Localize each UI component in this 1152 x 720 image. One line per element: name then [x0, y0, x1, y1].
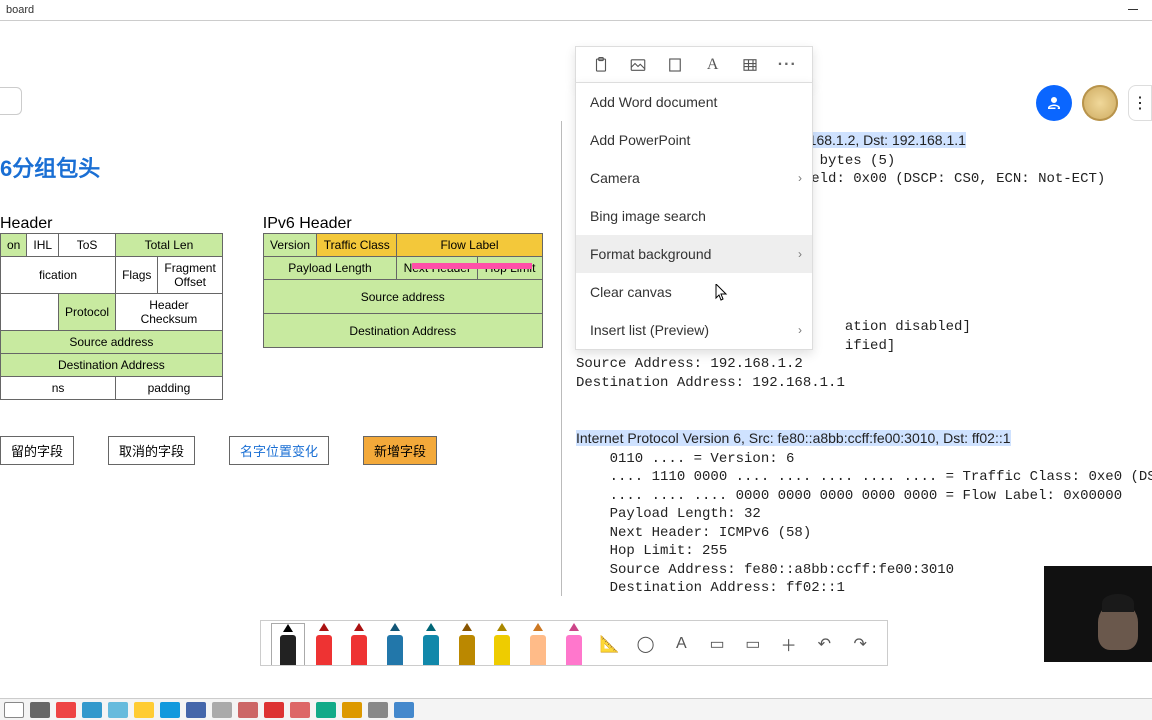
cursor-pointer [715, 284, 729, 307]
taskbar-app[interactable] [368, 702, 388, 718]
pen[interactable] [307, 623, 341, 665]
menu-item[interactable]: Add PowerPoint [576, 121, 812, 159]
menu-item[interactable]: Camera› [576, 159, 812, 197]
taskbar-app[interactable] [290, 702, 310, 718]
taskbar-app[interactable] [238, 702, 258, 718]
menu-item[interactable]: Add Word document [576, 83, 812, 121]
taskview-icon[interactable] [4, 702, 24, 718]
text-tool-icon[interactable]: A [664, 623, 698, 665]
taskbar-app[interactable] [82, 702, 102, 718]
taskbar-app[interactable] [134, 702, 154, 718]
whiteboard-canvas[interactable]: ⋮ A ··· Add Word documentAdd PowerPointC… [0, 21, 1152, 690]
image-icon[interactable] [628, 55, 648, 75]
pen[interactable] [557, 623, 591, 665]
ipv6-caption: IPv6 Header [263, 215, 543, 233]
taskbar-app[interactable] [108, 702, 128, 718]
share-button[interactable] [1036, 85, 1072, 121]
pen[interactable] [450, 623, 484, 665]
ruler-icon[interactable]: 📐 [593, 623, 627, 665]
pen[interactable] [486, 623, 520, 665]
avatar-coin[interactable] [1082, 85, 1118, 121]
legend: 留的字段 取消的字段 名字位置变化 新增字段 [0, 436, 535, 465]
taskbar-app[interactable] [30, 702, 50, 718]
taskbar-app[interactable] [212, 702, 232, 718]
more-icon[interactable]: ··· [777, 55, 797, 75]
person-icon [1045, 94, 1063, 112]
text-icon[interactable]: A [703, 55, 723, 75]
header-diagram: 6分组包头 Header onIHLToSTotal Len ficationF… [0, 151, 535, 465]
taskbar[interactable] [0, 698, 1152, 720]
taskbar-app[interactable] [342, 702, 362, 718]
window-title: board [6, 4, 34, 16]
taskbar-app[interactable] [56, 702, 76, 718]
pen[interactable] [378, 623, 412, 665]
context-iconbar: A ··· [575, 46, 813, 84]
image-tool-icon[interactable]: ▭ [736, 623, 770, 665]
webcam-preview [1044, 566, 1152, 662]
back-button[interactable] [0, 87, 22, 115]
note-tool-icon[interactable]: ▭ [700, 623, 734, 665]
redo-icon[interactable]: ↷ [843, 623, 877, 665]
separator [561, 121, 562, 596]
taskbar-app[interactable] [160, 702, 180, 718]
settings-button[interactable]: ⋮ [1128, 85, 1152, 121]
undo-icon[interactable]: ↶ [808, 623, 842, 665]
pen[interactable] [521, 623, 555, 665]
ipv4-caption: Header [0, 215, 223, 233]
paste-icon[interactable] [591, 55, 611, 75]
pen[interactable] [414, 623, 448, 665]
lasso-icon[interactable]: ◯ [629, 623, 663, 665]
pen[interactable] [343, 623, 377, 665]
taskbar-app[interactable] [316, 702, 336, 718]
pen-toolbar: 📐◯A▭▭＋↶↷ [260, 620, 888, 666]
taskbar-app[interactable] [186, 702, 206, 718]
minimize-icon[interactable] [1128, 9, 1138, 10]
title-bar: board [0, 0, 1152, 21]
add-icon[interactable]: ＋ [772, 623, 806, 665]
diagram-title: 6分组包头 [0, 151, 535, 183]
menu-item[interactable]: Clear canvas [576, 273, 812, 311]
annotation-line [412, 263, 532, 269]
context-menu: Add Word documentAdd PowerPointCamera›Bi… [575, 82, 813, 350]
ipv4-table: onIHLToSTotal Len ficationFlagsFragment … [0, 233, 223, 400]
taskbar-app[interactable] [264, 702, 284, 718]
menu-item[interactable]: Bing image search [576, 197, 812, 235]
ipv6-table: VersionTraffic ClassFlow Label Payload L… [263, 233, 543, 348]
pen[interactable] [271, 623, 305, 665]
note-icon[interactable] [665, 55, 685, 75]
table-icon[interactable] [740, 55, 760, 75]
menu-item[interactable]: Format background› [576, 235, 812, 273]
menu-item[interactable]: Insert list (Preview)› [576, 311, 812, 349]
taskbar-app[interactable] [394, 702, 414, 718]
